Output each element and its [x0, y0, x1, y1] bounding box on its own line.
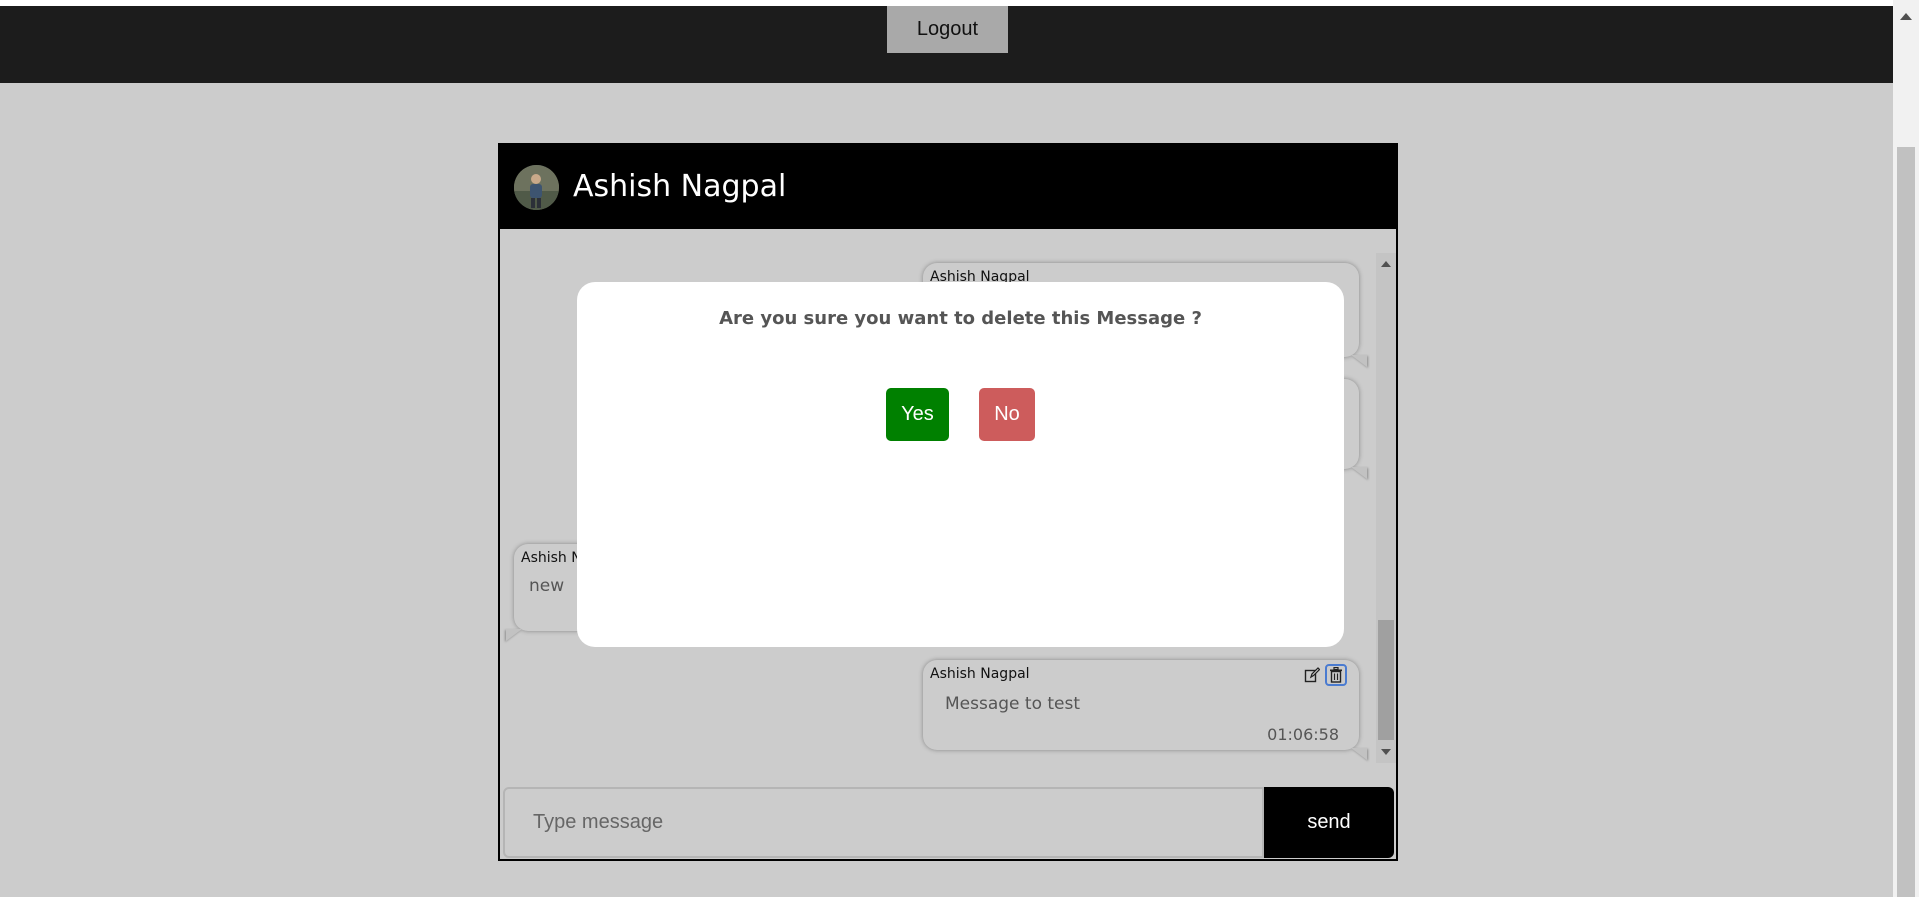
scroll-up-arrow-icon[interactable]: [1381, 261, 1391, 267]
compose-row: send: [503, 787, 1394, 858]
delete-confirm-modal: Are you sure you want to delete this Mes…: [577, 282, 1344, 647]
contact-name: Ashish Nagpal: [573, 169, 787, 204]
modal-title: Are you sure you want to delete this Mes…: [719, 308, 1202, 329]
bubble-tail: [1351, 355, 1367, 367]
navbar: Logout: [0, 6, 1893, 83]
message-scrollbar[interactable]: [1376, 253, 1396, 763]
confirm-yes-button[interactable]: Yes: [886, 388, 949, 441]
avatar: [514, 165, 559, 210]
page-scrollbar[interactable]: [1893, 0, 1919, 897]
message-time: 01:06:58: [1267, 725, 1339, 744]
send-button[interactable]: send: [1264, 787, 1394, 858]
message-actions: [1303, 664, 1347, 686]
avatar-photo-icon: [514, 165, 559, 210]
edit-icon[interactable]: [1303, 666, 1321, 684]
message-author: Ashish N: [521, 550, 582, 566]
bubble-tail: [506, 629, 522, 641]
bubble-tail: [1351, 748, 1367, 760]
message-text: new: [529, 576, 565, 596]
bubble-tail: [1351, 467, 1367, 479]
confirm-no-button[interactable]: No: [979, 388, 1035, 441]
logout-button[interactable]: Logout: [887, 6, 1008, 53]
page-scrollbar-thumb[interactable]: [1897, 147, 1915, 897]
message-input[interactable]: [503, 787, 1264, 858]
message-scrollbar-thumb[interactable]: [1378, 620, 1394, 740]
trash-icon[interactable]: [1325, 664, 1347, 686]
scroll-down-arrow-icon[interactable]: [1381, 749, 1391, 755]
message-text: Message to test: [945, 694, 1081, 714]
scroll-up-arrow-icon[interactable]: [1900, 13, 1912, 20]
message-bubble[interactable]: Ashish Nagpal: [923, 660, 1367, 760]
chat-header: Ashish Nagpal: [500, 145, 1396, 229]
message-author: Ashish Nagpal: [930, 666, 1030, 682]
